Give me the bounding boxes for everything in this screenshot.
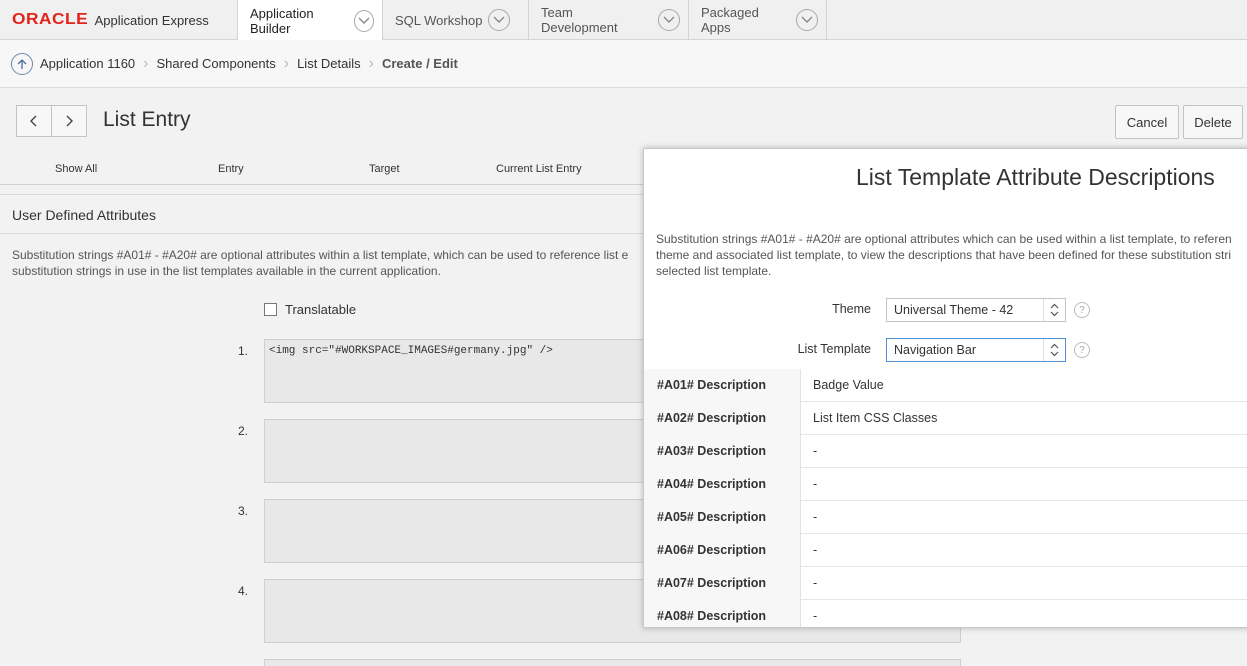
tab-team-development[interactable]: Team Development xyxy=(528,0,688,40)
breadcrumb-link-application[interactable]: Application 1160 xyxy=(40,56,135,71)
dialog-title: List Template Attribute Descriptions xyxy=(856,164,1215,190)
table-row: #A06# Description - xyxy=(644,534,1247,567)
table-row: #A07# Description - xyxy=(644,567,1247,600)
row-key: #A02# Description xyxy=(644,402,801,435)
list-template-select[interactable]: Navigation Bar xyxy=(886,338,1066,362)
table-row: #A03# Description - xyxy=(644,435,1247,468)
oracle-logo-text: ORACLE xyxy=(12,11,89,28)
row-value: - xyxy=(813,609,818,623)
row-key: #A08# Description xyxy=(644,600,801,627)
region-description-line: Substitution strings #A01# - #A20# are o… xyxy=(12,248,629,262)
row-key: #A04# Description xyxy=(644,468,801,501)
translatable-label: Translatable xyxy=(285,302,357,317)
breadcrumb-item[interactable]: List Details › xyxy=(297,55,382,73)
row-value: - xyxy=(813,576,818,590)
region-tabs: Show All Entry Target Current List Entry xyxy=(0,153,660,185)
breadcrumb-item[interactable]: Application 1160 › xyxy=(40,55,157,73)
breadcrumb-current: Create / Edit xyxy=(381,56,458,71)
attribute-number: 4. xyxy=(238,584,249,598)
cancel-button[interactable]: Cancel xyxy=(1115,105,1179,139)
table-row: #A01# Description Badge Value xyxy=(644,369,1247,402)
breadcrumb-item[interactable]: Shared Components › xyxy=(157,55,298,73)
page-title: List Entry xyxy=(103,108,191,131)
list-template-select-value: Navigation Bar xyxy=(894,343,976,357)
attribute-descriptions-dialog: List Template Attribute Descriptions Sub… xyxy=(643,148,1247,628)
row-value: - xyxy=(813,543,818,557)
dialog-description: Substitution strings #A01# - #A20# are o… xyxy=(656,231,1247,279)
tab-label: SQL Workshop xyxy=(395,12,483,28)
row-value: - xyxy=(813,510,818,524)
chevron-down-icon[interactable] xyxy=(488,9,511,31)
translatable-checkbox[interactable] xyxy=(264,303,277,316)
table-row: #A05# Description - xyxy=(644,501,1247,534)
product-name: Application Express xyxy=(94,12,209,28)
row-key: #A01# Description xyxy=(644,369,801,402)
help-icon[interactable]: ? xyxy=(1074,342,1090,358)
page-header: List Entry Cancel Delete xyxy=(0,89,1247,153)
tab-label: Packaged Apps xyxy=(701,5,759,35)
table-row: #A08# Description - xyxy=(644,600,1247,627)
next-button[interactable] xyxy=(51,105,87,137)
region-title: User Defined Attributes xyxy=(0,194,660,234)
attribute-number: 1. xyxy=(238,344,249,358)
list-template-label: List Template xyxy=(797,342,871,356)
arrow-up-icon[interactable] xyxy=(11,52,33,75)
theme-select-value: Universal Theme - 42 xyxy=(894,303,1014,317)
row-key: #A07# Description xyxy=(644,567,801,600)
table-row: #A02# Description List Item CSS Classes xyxy=(644,402,1247,435)
row-key: #A06# Description xyxy=(644,534,801,567)
theme-select[interactable]: Universal Theme - 42 xyxy=(886,298,1066,322)
row-key: #A05# Description xyxy=(644,501,801,534)
previous-button[interactable] xyxy=(16,105,52,137)
tab-entry[interactable]: Entry xyxy=(218,163,244,175)
row-value: List Item CSS Classes xyxy=(813,411,938,425)
help-icon[interactable]: ? xyxy=(1074,302,1090,318)
attribute-number: 3. xyxy=(238,504,249,518)
chevron-down-icon[interactable] xyxy=(658,9,680,31)
chevron-down-icon[interactable] xyxy=(796,9,818,31)
top-navigation: ORACLE Application Express Application B… xyxy=(0,0,1247,41)
breadcrumb-separator-icon: › xyxy=(368,54,374,72)
dialog-description-line: selected list template. xyxy=(656,264,772,278)
tab-current-list-entry[interactable]: Current List Entry xyxy=(496,163,582,175)
brand-logo[interactable]: ORACLE Application Express xyxy=(0,0,237,40)
select-arrows-icon xyxy=(1043,299,1065,321)
delete-button[interactable]: Delete xyxy=(1183,105,1243,139)
tab-label: Team Development xyxy=(541,5,618,35)
row-value: - xyxy=(813,444,818,458)
attribute-number: 2. xyxy=(238,424,249,438)
tab-show-all[interactable]: Show All xyxy=(55,163,97,175)
tab-sql-workshop[interactable]: SQL Workshop xyxy=(382,0,528,40)
region-description: Substitution strings #A01# - #A20# are o… xyxy=(12,247,652,279)
breadcrumb-link-shared-components[interactable]: Shared Components xyxy=(157,56,276,71)
tab-packaged-apps[interactable]: Packaged Apps xyxy=(688,0,827,40)
tab-target[interactable]: Target xyxy=(369,163,400,175)
dialog-description-line: theme and associated list template, to v… xyxy=(656,248,1231,262)
chevron-down-icon[interactable] xyxy=(353,9,374,32)
breadcrumb: Application 1160 › Shared Components › Lis… xyxy=(0,40,1247,88)
theme-label: Theme xyxy=(832,302,871,316)
breadcrumb-separator-icon: › xyxy=(283,54,290,72)
row-value: Badge Value xyxy=(813,378,884,392)
dialog-description-line: Substitution strings #A01# - #A20# are o… xyxy=(656,232,1232,246)
descriptions-table: #A01# Description Badge Value #A02# Descr… xyxy=(644,369,1247,627)
select-arrows-icon xyxy=(1043,339,1065,361)
attribute-5-textarea[interactable] xyxy=(264,659,961,666)
table-row: #A04# Description - xyxy=(644,468,1247,501)
row-value: - xyxy=(813,477,818,491)
region-description-line: substitution strings in use in the list … xyxy=(12,264,441,278)
tab-label: Application Builder xyxy=(250,5,314,36)
breadcrumb-link-list-details[interactable]: List Details xyxy=(297,56,361,71)
translatable-checkbox-row[interactable]: Translatable xyxy=(264,302,356,317)
row-key: #A03# Description xyxy=(644,435,801,468)
breadcrumb-separator-icon: › xyxy=(143,54,149,72)
tab-application-builder[interactable]: Application Builder xyxy=(237,0,382,41)
